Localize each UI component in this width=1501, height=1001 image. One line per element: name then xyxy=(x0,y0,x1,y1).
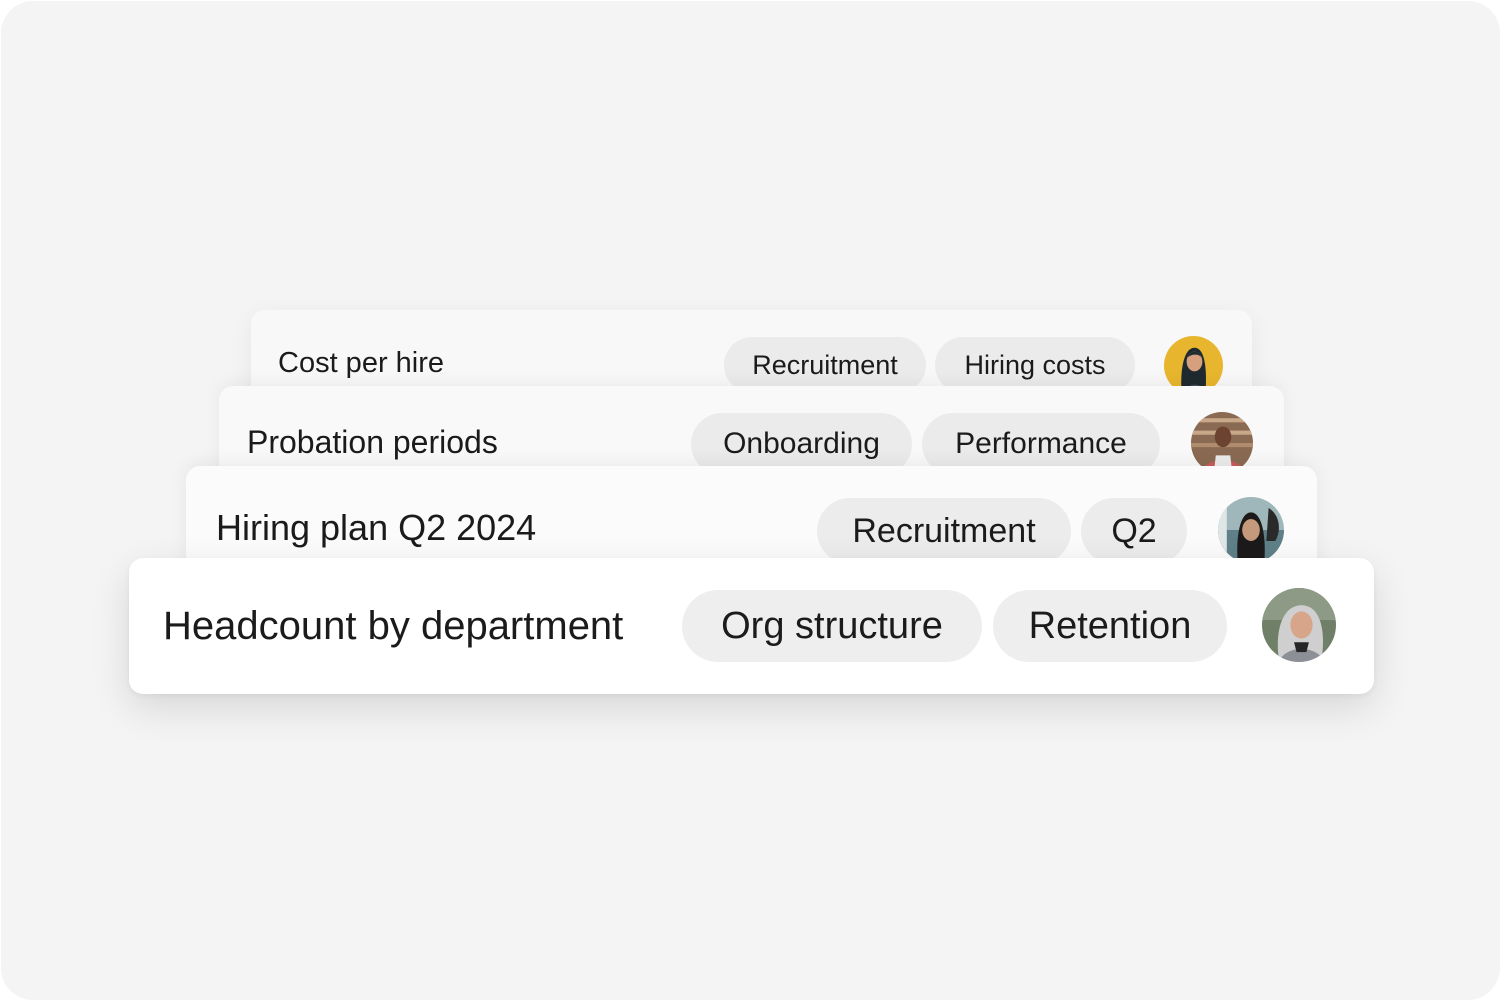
tag-chip[interactable]: Recruitment xyxy=(817,498,1071,564)
doc-card-headcount[interactable]: Headcount by department Org structure Re… xyxy=(129,558,1374,694)
card-title: Probation periods xyxy=(247,424,498,460)
avatar[interactable] xyxy=(1218,497,1284,563)
avatar[interactable] xyxy=(1191,412,1253,474)
tag-chip[interactable]: Hiring costs xyxy=(935,337,1135,393)
tag-chip[interactable]: Org structure xyxy=(682,590,982,662)
background-canvas: Cost per hire Recruitment Hiring costs P… xyxy=(1,1,1500,1000)
card-title: Headcount by department xyxy=(163,604,624,648)
avatar[interactable] xyxy=(1262,588,1336,662)
card-title: Cost per hire xyxy=(278,347,445,379)
person-avatar-icon xyxy=(1191,412,1253,474)
tag-chip[interactable]: Retention xyxy=(993,590,1227,662)
card-title: Hiring plan Q2 2024 xyxy=(216,507,537,548)
tag-chip[interactable]: Recruitment xyxy=(724,337,926,393)
person-avatar-icon xyxy=(1218,497,1284,563)
tag-chip[interactable]: Q2 xyxy=(1081,498,1187,564)
person-avatar-icon xyxy=(1262,588,1336,662)
